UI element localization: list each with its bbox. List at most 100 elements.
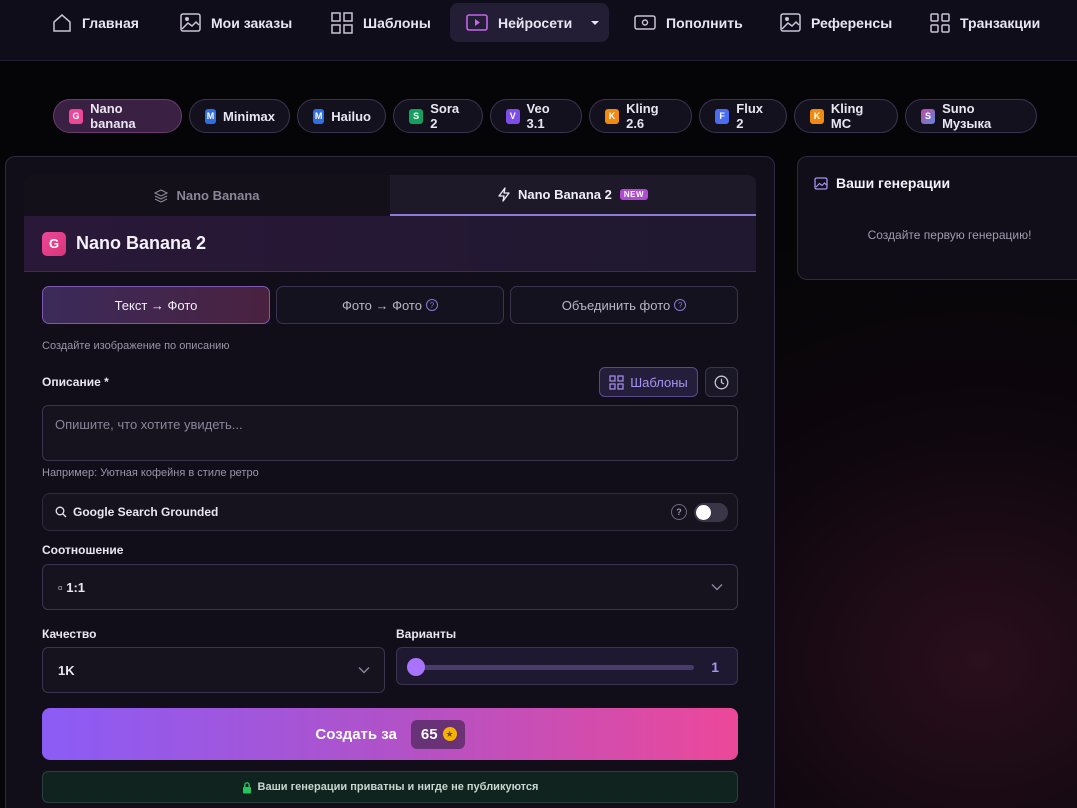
search-icon bbox=[55, 506, 67, 518]
layers-icon bbox=[154, 188, 169, 203]
variants-label: Варианты bbox=[396, 627, 457, 641]
model-chip-hailuo[interactable]: M Hailuo bbox=[297, 99, 386, 133]
model-chip-kling-mc[interactable]: K Kling MC bbox=[794, 99, 898, 133]
help-icon[interactable]: ? bbox=[671, 504, 687, 520]
image-icon bbox=[180, 13, 201, 32]
model-badge: M bbox=[313, 108, 325, 124]
nav-item-label: Нейросети bbox=[498, 14, 573, 31]
model-chip-label: Sora 2 bbox=[430, 101, 460, 131]
image-icon bbox=[814, 176, 828, 190]
model-badge: S bbox=[409, 108, 424, 124]
model-version-tabs: Nano Banana Nano Banana 2 NEW bbox=[24, 175, 756, 216]
description-placeholder: Опишите, что хотите увидеть... bbox=[55, 417, 243, 432]
lightning-icon bbox=[498, 187, 510, 202]
tab-nano-banana[interactable]: Nano Banana bbox=[24, 175, 390, 216]
mode-text-to-photo[interactable]: Текст → Фото bbox=[42, 286, 270, 324]
nav-item-label: Пополнить bbox=[666, 14, 743, 31]
model-logo: G bbox=[42, 231, 66, 256]
google-search-label: Google Search Grounded bbox=[73, 505, 219, 519]
description-label: Описание * bbox=[42, 375, 109, 389]
model-chip-suno[interactable]: S Suno Музыка bbox=[905, 99, 1037, 133]
model-chip-label: Kling 2.6 bbox=[626, 101, 659, 131]
price-value: 65 bbox=[420, 725, 438, 743]
quality-value: 1K bbox=[58, 662, 75, 678]
mode-hint: Создайте изображение по описанию bbox=[42, 340, 230, 352]
nav-item-neural-networks[interactable]: Нейросети bbox=[450, 3, 609, 42]
caret-down-icon bbox=[591, 20, 600, 25]
tab-nano-banana-2[interactable]: Nano Banana 2 NEW bbox=[390, 175, 756, 216]
nav-item-orders[interactable]: Мои заказы bbox=[180, 3, 292, 42]
model-chip-label: Minimax bbox=[222, 108, 275, 124]
clock-icon bbox=[714, 375, 729, 389]
model-badge: V bbox=[506, 108, 520, 124]
model-chip-label: Flux 2 bbox=[736, 101, 763, 131]
chevron-down-icon bbox=[711, 584, 723, 591]
grid-icon bbox=[331, 11, 353, 34]
description-input[interactable]: Опишите, что хотите увидеть... bbox=[42, 405, 738, 461]
help-icon[interactable]: ? bbox=[425, 299, 438, 311]
variants-value: 1 bbox=[711, 659, 719, 675]
model-chip-label: Nano banana bbox=[90, 101, 136, 131]
model-chip-label: Suno Музыка bbox=[942, 101, 992, 131]
quality-select[interactable]: 1K bbox=[42, 647, 385, 693]
nav-item-references[interactable]: Референсы bbox=[780, 3, 892, 42]
model-chip-label: Veo 3.1 bbox=[526, 101, 550, 131]
templates-button[interactable]: Шаблоны bbox=[599, 367, 698, 397]
generations-empty: Создайте первую генерацию! bbox=[867, 228, 1032, 242]
mode-photo-to-photo[interactable]: Фото → Фото ? bbox=[276, 286, 504, 324]
new-badge: NEW bbox=[619, 189, 649, 200]
home-icon bbox=[53, 13, 71, 32]
top-navigation: Главная Мои заказы Шаблоны Нейросети Поп… bbox=[0, 0, 1077, 61]
nav-item-home[interactable]: Главная bbox=[52, 3, 139, 42]
model-badge: K bbox=[810, 108, 824, 124]
model-chip-nano-banana[interactable]: G Nano banana bbox=[53, 99, 182, 133]
help-icon[interactable]: ? bbox=[674, 299, 687, 311]
model-chip-kling-26[interactable]: K Kling 2.6 bbox=[589, 99, 692, 133]
nav-item-transactions[interactable]: Транзакции bbox=[930, 3, 1040, 42]
mode-merge-photos[interactable]: Объединить фото ? bbox=[510, 286, 738, 324]
quality-label: Качество bbox=[42, 627, 97, 641]
create-button[interactable]: Создать за 65 ★ bbox=[42, 708, 738, 760]
description-example: Например: Уютная кофейня в стиле ретро bbox=[42, 467, 259, 479]
ratio-value: ▫ 1:1 bbox=[58, 579, 86, 595]
history-button[interactable] bbox=[705, 367, 738, 397]
play-icon bbox=[466, 14, 488, 31]
nav-item-label: Главная bbox=[82, 14, 139, 31]
generations-header: Ваши генерации bbox=[814, 175, 950, 191]
ratio-label: Соотношение bbox=[42, 543, 124, 557]
templates-button-label: Шаблоны bbox=[630, 374, 688, 390]
slider-track[interactable] bbox=[416, 665, 694, 670]
google-search-row: Google Search Grounded ? bbox=[42, 493, 738, 531]
nav-item-label: Шаблоны bbox=[363, 14, 431, 31]
slider-thumb[interactable] bbox=[407, 658, 425, 676]
model-badge: M bbox=[205, 108, 216, 124]
model-header: G Nano Banana 2 bbox=[24, 216, 756, 272]
google-search-toggle[interactable] bbox=[694, 503, 728, 522]
model-badge: S bbox=[921, 108, 936, 124]
model-chip-minimax[interactable]: M Minimax bbox=[189, 99, 290, 133]
generations-title: Ваши генерации bbox=[836, 175, 951, 191]
model-chip-veo[interactable]: V Veo 3.1 bbox=[490, 99, 582, 133]
mode-label: Объединить фото bbox=[561, 297, 671, 313]
variants-slider: 1 bbox=[396, 647, 738, 685]
mode-label: Фото → Фото bbox=[342, 297, 422, 313]
ratio-select[interactable]: ▫ 1:1 bbox=[42, 564, 738, 610]
model-chip-label: Hailuo bbox=[331, 108, 371, 124]
wallet-icon bbox=[634, 15, 656, 30]
model-badge: G bbox=[69, 108, 84, 124]
image-icon bbox=[780, 13, 801, 32]
nav-item-templates[interactable]: Шаблоны bbox=[331, 3, 431, 42]
grid-icon bbox=[930, 12, 950, 33]
generations-panel: Ваши генерации Создайте первую генерацию… bbox=[797, 156, 1077, 280]
model-chip-sora[interactable]: S Sora 2 bbox=[393, 99, 483, 133]
toggle-knob bbox=[696, 505, 711, 520]
model-title: Nano Banana 2 bbox=[76, 233, 207, 253]
nav-item-label: Транзакции bbox=[960, 14, 1041, 31]
model-badge: K bbox=[605, 108, 620, 124]
nav-item-label: Мои заказы bbox=[211, 14, 293, 31]
nav-item-label: Референсы bbox=[811, 14, 893, 31]
privacy-notice: Ваши генерации приватны и нигде не публи… bbox=[42, 771, 738, 803]
model-chip-flux[interactable]: F Flux 2 bbox=[699, 99, 787, 133]
nav-item-topup[interactable]: Пополнить bbox=[634, 3, 743, 42]
mode-label: Текст → Фото bbox=[114, 297, 198, 313]
